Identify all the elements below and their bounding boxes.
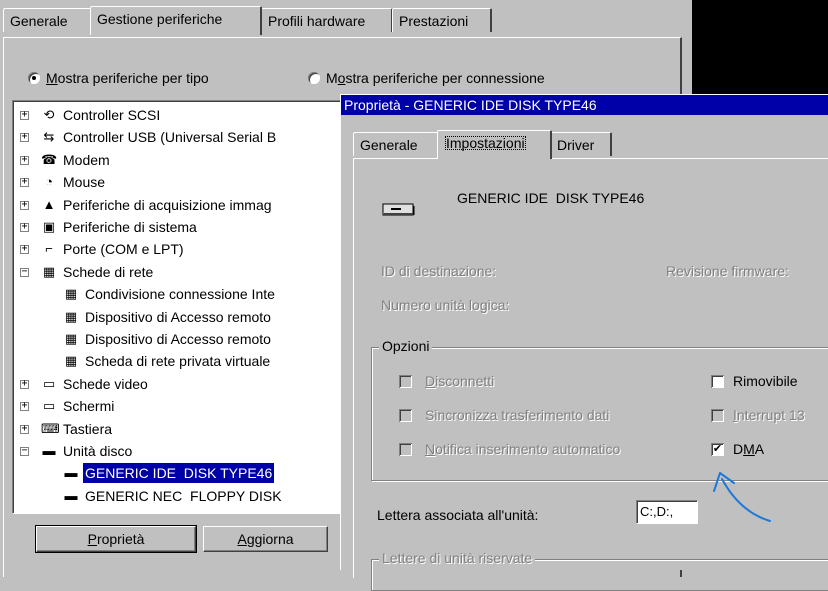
tree-item-label: Tastiera <box>63 420 113 437</box>
dialog-title-bar[interactable]: Proprietà - GENERIC IDE DISK TYPE46 <box>341 95 828 115</box>
device-tree-rows: + ⟲ Controller SCSI + ⇆ Controller USB (Unive… <box>13 104 343 513</box>
drive-letter-label: Lettera associata all'unità: <box>377 507 539 523</box>
tab-dialog-generale[interactable]: Generale <box>353 132 439 156</box>
expand-icon[interactable]: + <box>20 222 29 232</box>
options-group-label: Opzioni <box>379 338 433 354</box>
tree-item-label: Modem <box>63 151 110 168</box>
port-icon: ⌐ <box>45 241 53 257</box>
network-adapter-icon: ▦ <box>64 353 78 369</box>
drive-letter-field[interactable]: C:,D:, <box>636 500 698 524</box>
refresh-button[interactable]: Aggiorna <box>203 526 328 552</box>
dialog-title: Proprietà - GENERIC IDE DISK TYPE46 <box>344 97 597 113</box>
tab-dialog-driver[interactable]: Driver <box>550 132 612 156</box>
device-tree[interactable]: + ⟲ Controller SCSI + ⇆ Controller USB (Unive… <box>12 100 344 514</box>
tree-item-label: Periferiche di sistema <box>63 219 197 235</box>
network-adapter-icon: ▦ <box>64 331 78 346</box>
tree-item-label: Schermi <box>63 398 115 415</box>
expand-icon[interactable]: + <box>20 110 29 120</box>
lun-label: Numero unità logica: <box>381 297 510 313</box>
desktop-background <box>692 0 828 95</box>
collapse-icon[interactable]: − <box>20 266 29 277</box>
mouse-icon: ◔ <box>45 174 53 190</box>
modem-icon: ☎ <box>41 151 58 167</box>
tree-item-label: Porte (COM e LPT) <box>63 241 184 258</box>
properties-button[interactable]: Proprietà <box>35 525 197 553</box>
tree-item-label: Controller SCSI <box>63 107 161 123</box>
expand-icon[interactable]: + <box>20 154 29 165</box>
tree-item-label: Schede di rete <box>63 263 154 280</box>
expand-icon[interactable]: + <box>20 401 29 412</box>
tab-profili-hardware[interactable]: Profili hardware <box>261 8 393 32</box>
firmware-label: Revisione firmware: <box>666 263 789 279</box>
tree-item-label: GENERIC IDE DISK TYPE46 <box>83 463 275 484</box>
keyboard-icon: ⌨ <box>41 420 60 436</box>
annotation-arrow <box>713 472 771 522</box>
expand-icon[interactable]: + <box>20 177 29 188</box>
tab-gestione-periferiche[interactable]: Gestione periferiche <box>90 6 262 35</box>
expand-icon[interactable]: + <box>20 244 29 255</box>
tree-item-label: Schede video <box>63 375 148 392</box>
expand-icon[interactable]: + <box>20 132 29 143</box>
option-int13: Interrupt 13 <box>711 407 828 425</box>
tree-item-label: Controller USB (Universal Serial B <box>63 129 277 146</box>
network-adapter-icon: ▦ <box>42 263 56 279</box>
scsi-controller-icon: ⟲ <box>43 107 55 122</box>
checkbox-autoinsert <box>399 443 412 456</box>
tree-item-label: Periferiche di acquisizione immag <box>63 196 272 213</box>
expand-icon[interactable]: + <box>20 423 29 434</box>
network-adapter-icon: ▦ <box>64 308 78 324</box>
option-sync: Sincronizza trasferimento dati <box>399 407 689 425</box>
tab-generale[interactable]: Generale <box>3 8 92 32</box>
radio-dot-selected <box>28 72 40 84</box>
imaging-device-icon: ▲ <box>42 196 56 212</box>
option-disconnect-label: Disconnetti <box>425 373 495 389</box>
checkbox-removable[interactable] <box>711 375 724 388</box>
tree-item-label: Dispositivo di Accesso remoto <box>85 331 271 347</box>
checkbox-disconnect <box>399 375 412 388</box>
tree-item-label: Dispositivo di Accesso remoto <box>85 308 271 325</box>
disk-drive-icon <box>382 203 416 216</box>
tree-item-label: Mouse <box>63 174 106 191</box>
radio-dot <box>308 72 320 84</box>
option-autoinsert-label: Notifica inserimento automatico <box>425 441 621 457</box>
expand-icon[interactable]: + <box>20 199 29 210</box>
radio-by-connection-label: Mostra periferiche per connessione <box>326 70 545 86</box>
tree-item-label: GENERIC NEC FLOPPY DISK <box>85 487 282 504</box>
checkbox-sync <box>399 409 412 422</box>
tab-dialog-impostazioni[interactable]: Impostazioni <box>437 130 552 159</box>
system-device-icon: ▣ <box>42 219 56 234</box>
disk-drive-icon: ▬ <box>42 443 56 458</box>
option-disconnect: Disconnetti <box>399 373 659 391</box>
radio-by-type-label: Mostra periferiche per tipo <box>46 70 209 86</box>
radio-by-type[interactable]: Mostra periferiche per tipo <box>28 68 209 88</box>
tab-prestazioni[interactable]: Prestazioni <box>392 8 492 32</box>
radio-by-connection[interactable]: Mostra periferiche per connessione <box>308 68 545 88</box>
monitor-icon: ▭ <box>42 398 56 414</box>
device-name: GENERIC IDE DISK TYPE46 <box>457 190 645 206</box>
disk-drive-icon: ▬ <box>64 487 78 503</box>
display-adapter-icon: ▭ <box>42 375 56 391</box>
tree-item-label: Condivisione connessione Inte <box>85 286 275 303</box>
network-adapter-icon: ▦ <box>64 286 78 302</box>
option-removable[interactable]: Rimovibile <box>711 373 828 391</box>
option-sync-label: Sincronizza trasferimento dati <box>425 407 610 423</box>
option-int13-label: Interrupt 13 <box>733 407 805 423</box>
collapse-icon[interactable]: − <box>20 446 29 456</box>
tree-item-label: Scheda di rete privata virtuale <box>85 353 271 370</box>
expand-icon[interactable]: + <box>20 378 29 389</box>
reserved-letters-label: Lettere di unità riservate <box>379 550 536 566</box>
target-id-label: ID di destinazione: <box>381 263 497 279</box>
option-autoinsert: Notifica inserimento automatico <box>399 441 699 459</box>
checkbox-int13 <box>711 409 724 422</box>
main-tab-strip: Generale Gestione periferiche Profili ha… <box>3 6 692 38</box>
disk-drive-icon: ▬ <box>64 465 78 481</box>
usb-controller-icon: ⇆ <box>43 129 55 145</box>
tree-item-label: Unità disco <box>63 443 133 459</box>
option-removable-label: Rimovibile <box>733 373 798 389</box>
